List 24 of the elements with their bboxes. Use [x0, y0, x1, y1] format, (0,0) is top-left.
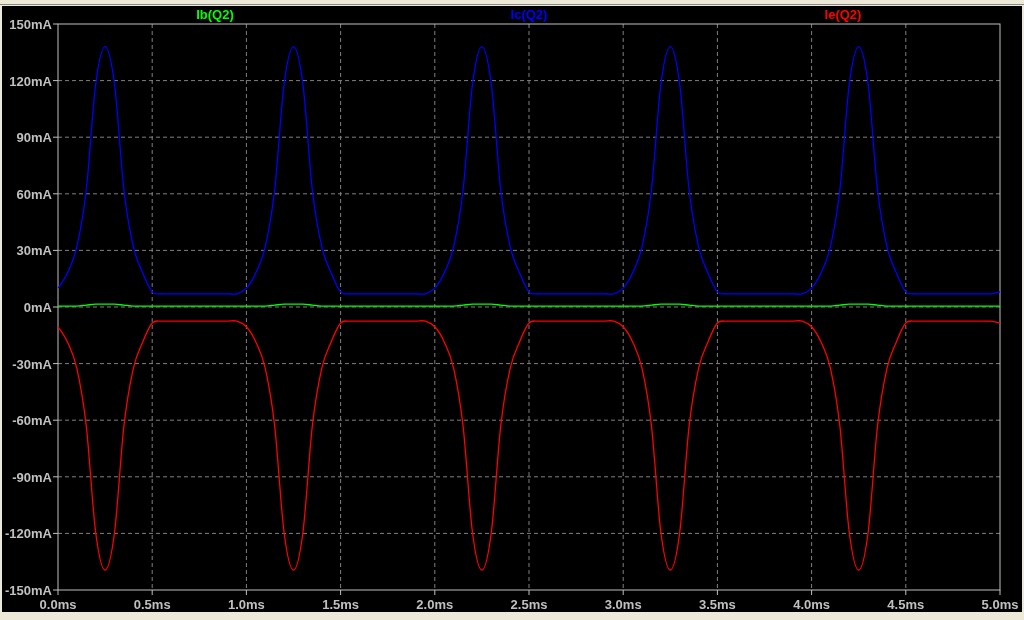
y-axis-label: 30mA	[16, 243, 52, 259]
y-axis-label: -150mA	[5, 583, 52, 598]
y-axis-label: 90mA	[16, 130, 52, 146]
x-axis-label: 4.0ms	[793, 597, 831, 612]
y-axis-label: -60mA	[12, 413, 52, 429]
y-axis-label: 60mA	[16, 186, 52, 202]
y-axis-label: 0mA	[23, 300, 52, 315]
trace-label[interactable]: Ib(Q2)	[196, 7, 234, 22]
x-axis-label: 3.0ms	[604, 597, 642, 612]
x-axis-label: 4.5ms	[887, 597, 925, 612]
x-axis-label: 1.0ms	[227, 597, 265, 612]
x-axis-label: 0.5ms	[133, 597, 171, 612]
y-axis-label: 120mA	[9, 73, 52, 89]
y-axis-label: -120mA	[5, 526, 52, 542]
x-axis-label: 0.0ms	[39, 597, 77, 612]
y-axis-label: -30mA	[12, 356, 52, 372]
y-axis-label: -90mA	[12, 469, 52, 485]
x-axis-label: 1.5ms	[322, 597, 360, 612]
x-axis-label: 2.5ms	[510, 597, 548, 612]
y-axis-label: 150mA	[9, 17, 52, 32]
x-axis-label: 2.0ms	[416, 597, 454, 612]
x-axis-label: 5.0ms	[981, 597, 1019, 612]
trace-label[interactable]: Ie(Q2)	[824, 7, 862, 22]
x-axis-label: 3.5ms	[698, 597, 736, 612]
